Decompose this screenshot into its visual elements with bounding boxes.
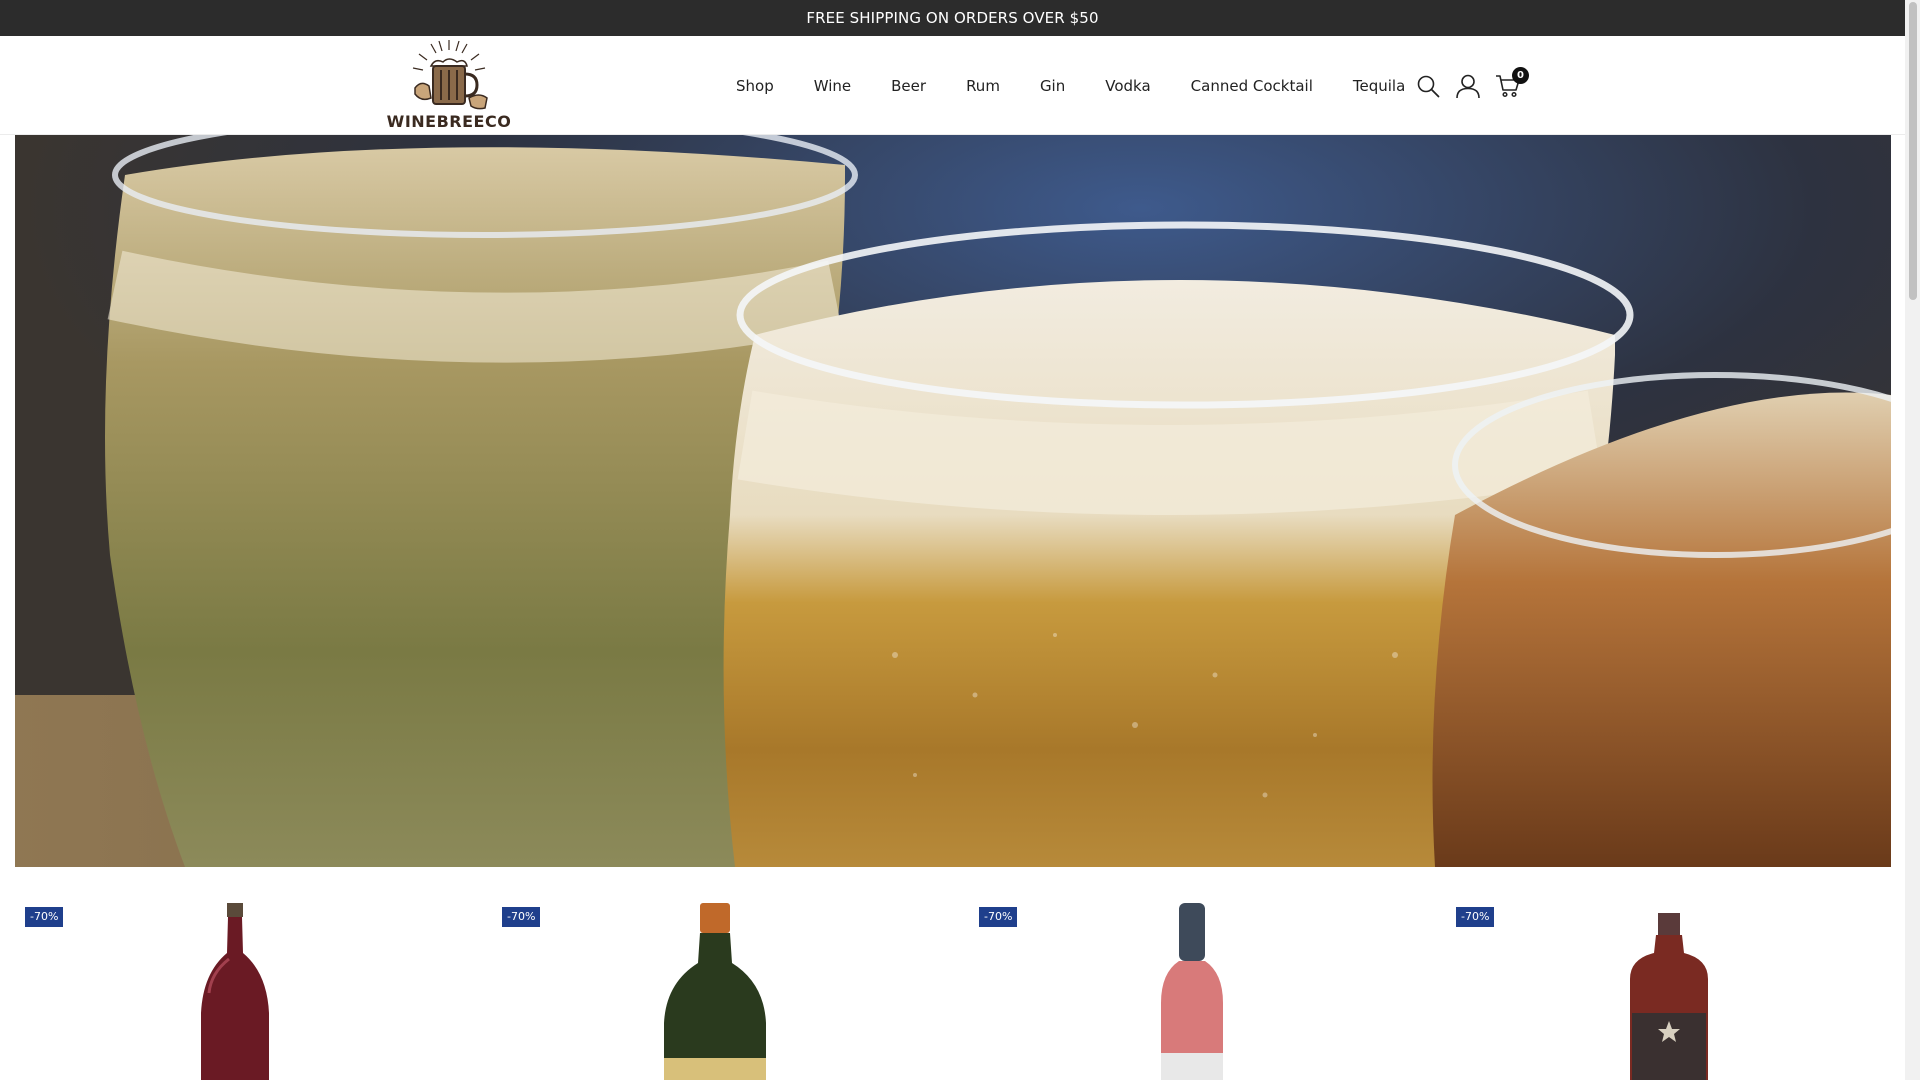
scrollbar-thumb[interactable] — [1909, 2, 1917, 300]
sale-badge: -70% — [25, 907, 64, 927]
product-row: -70% -70% -70% -70% — [15, 867, 1891, 1080]
sale-badge: -70% — [979, 907, 1018, 927]
product-card[interactable]: -70% — [492, 867, 961, 1080]
account-button[interactable] — [1455, 73, 1481, 99]
product-card[interactable]: -70% — [15, 867, 484, 1080]
hero-banner[interactable] — [15, 135, 1891, 867]
nav-item-gin[interactable]: Gin — [1020, 77, 1085, 95]
nav-item-beer[interactable]: Beer — [871, 77, 946, 95]
nav-item-shop[interactable]: Shop — [720, 77, 794, 95]
main-nav: Shop Wine Beer Rum Gin Vodka Canned Cock… — [720, 36, 1425, 135]
cart-count-badge: 0 — [1512, 66, 1529, 84]
search-button[interactable] — [1415, 73, 1441, 99]
beer-mug-logo-icon — [412, 40, 488, 110]
sale-badge: -70% — [1456, 907, 1495, 927]
site-logo[interactable]: WINEBREECO — [378, 36, 520, 135]
product-card[interactable]: -70% — [1446, 867, 1915, 1080]
product-card[interactable]: -70% — [969, 867, 1438, 1080]
beer-glasses-image — [15, 135, 1891, 867]
nav-item-canned-cocktail[interactable]: Canned Cocktail — [1171, 77, 1333, 95]
page-scrollbar[interactable] — [1905, 0, 1920, 1080]
site-header: WINEBREECO Shop Wine Beer Rum Gin Vodka … — [0, 36, 1905, 135]
nav-item-rum[interactable]: Rum — [946, 77, 1020, 95]
promo-bar: FREE SHIPPING ON ORDERS OVER $50 — [0, 0, 1905, 36]
header-icons: 0 — [1415, 36, 1529, 135]
starlight-bottle-image — [1630, 913, 1708, 1080]
green-whiskey-bottle-image — [664, 903, 766, 1080]
logo-text: WINEBREECO — [386, 112, 512, 131]
nav-item-tequila[interactable]: Tequila — [1333, 77, 1425, 95]
cart-button[interactable]: 0 — [1495, 66, 1529, 99]
sale-badge: -70% — [502, 907, 541, 927]
user-icon — [1456, 74, 1480, 98]
red-wine-bottle-image — [201, 903, 269, 1080]
rose-bottle-image — [1161, 903, 1223, 1080]
promo-text: FREE SHIPPING ON ORDERS OVER $50 — [806, 9, 1099, 27]
search-icon — [1417, 75, 1440, 97]
nav-item-vodka[interactable]: Vodka — [1085, 77, 1170, 95]
nav-item-wine[interactable]: Wine — [794, 77, 871, 95]
